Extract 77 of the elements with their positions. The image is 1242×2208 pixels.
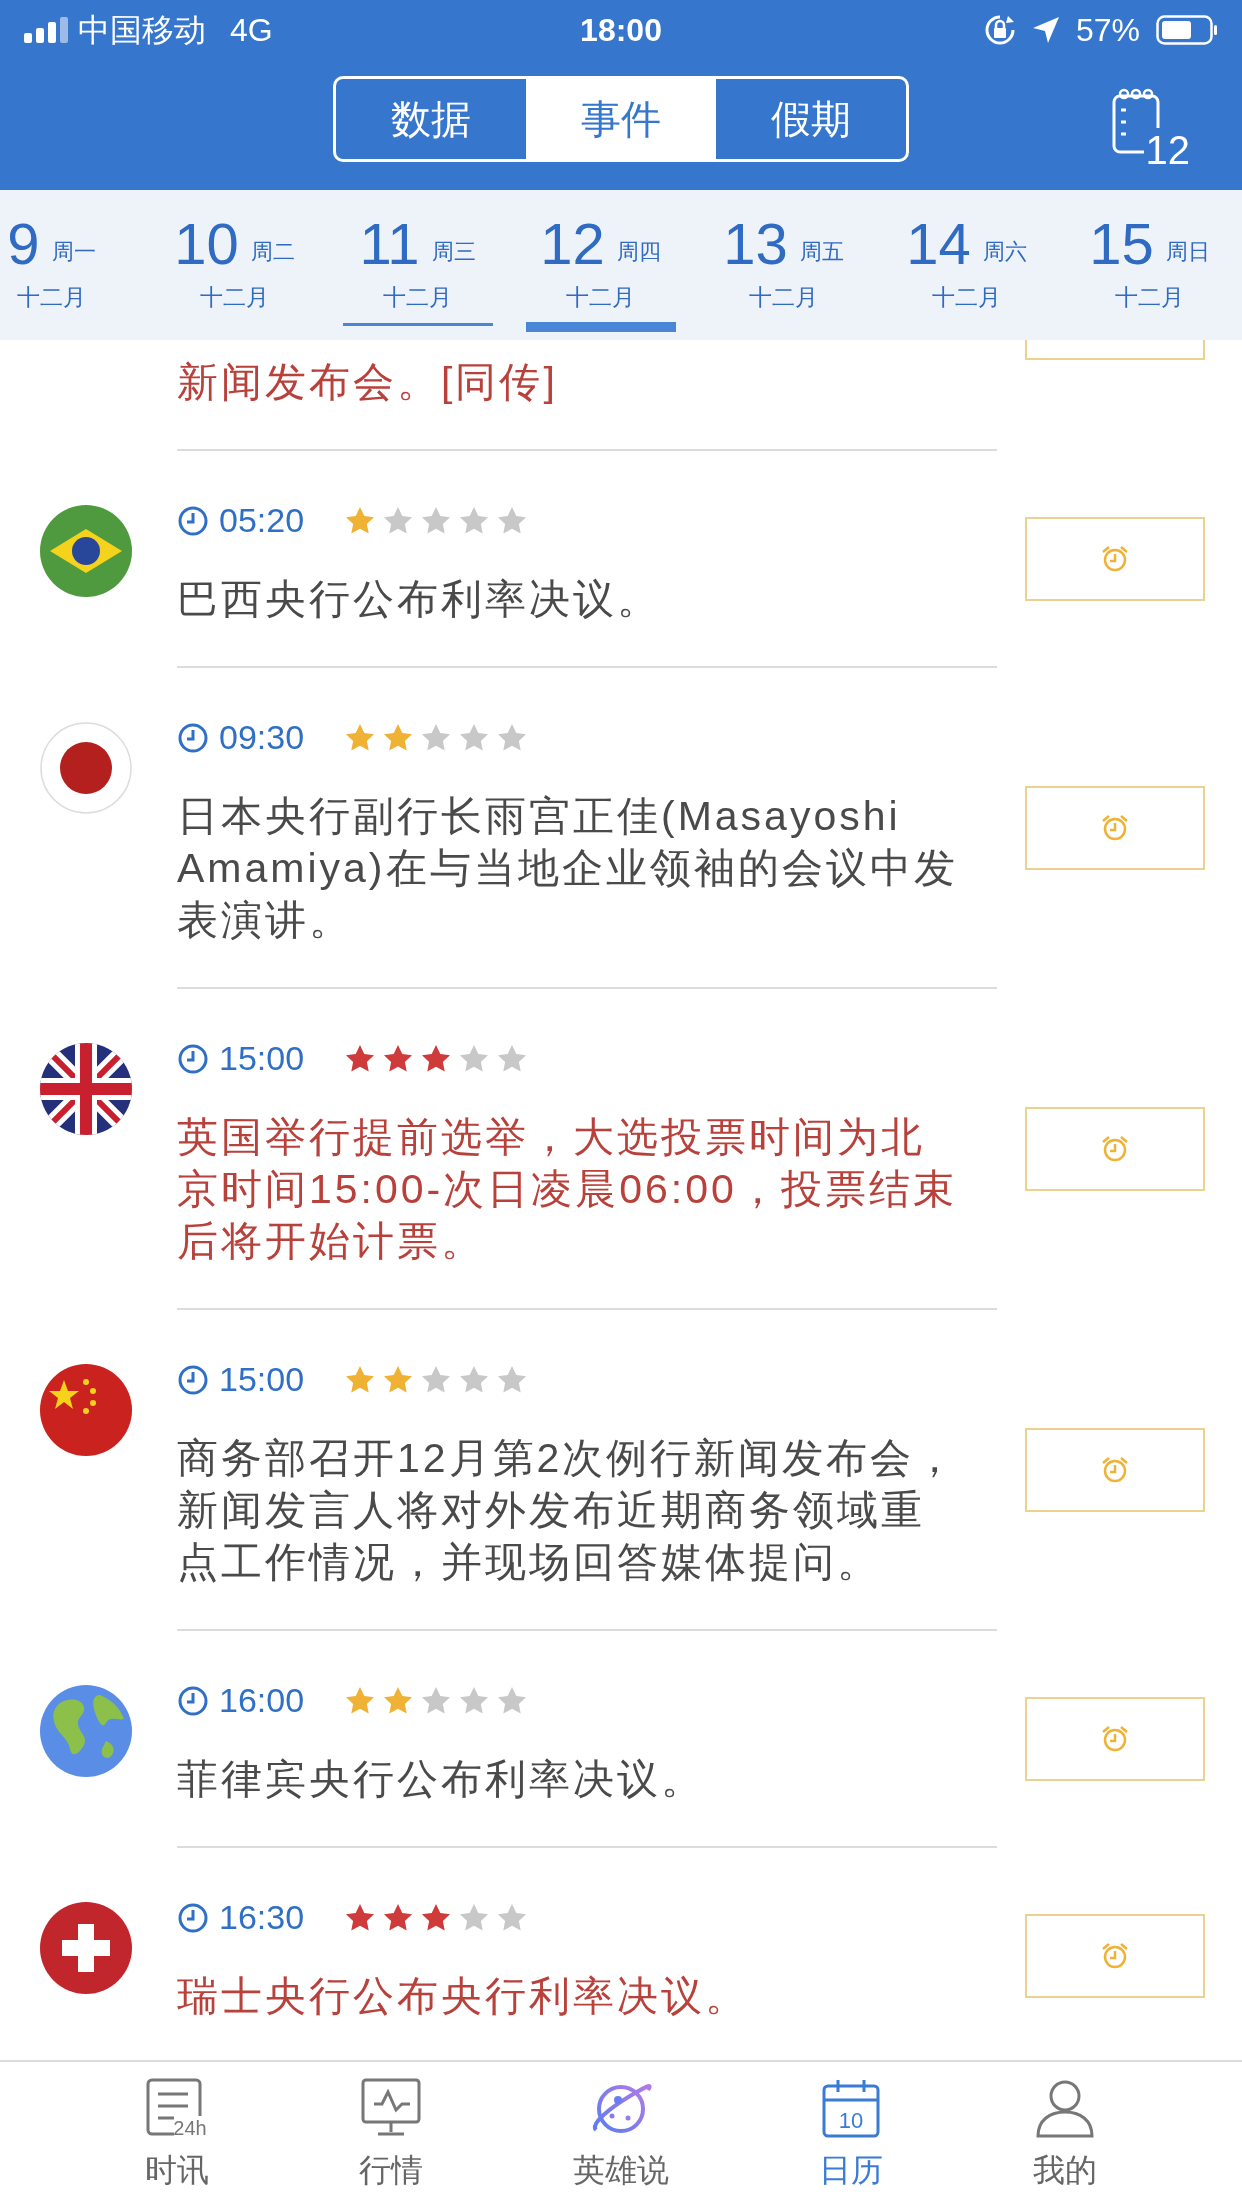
calendar-button[interactable]: 12 xyxy=(1112,88,1190,170)
day-number: 11 xyxy=(359,212,420,276)
location-arrow-icon xyxy=(1031,16,1060,44)
flag-icon xyxy=(40,504,132,597)
month-label: 十二月 xyxy=(199,283,270,312)
person-icon xyxy=(1034,2078,1096,2141)
alarm-button[interactable] xyxy=(1025,1697,1205,1782)
day-number: 9 xyxy=(7,212,40,276)
weekday-label: 周日 xyxy=(1165,238,1210,266)
alarm-button[interactable] xyxy=(1025,1428,1205,1513)
event-time: 16:00 xyxy=(219,1680,305,1722)
month-label: 十二月 xyxy=(931,283,1002,312)
weekday-label: 周二 xyxy=(250,238,295,266)
clock-icon xyxy=(177,721,209,754)
event-description: 英国举行提前选举，大选投票时间为北京时间15:00-次日凌晨06:00，投票结束后将开始计票。 xyxy=(177,1112,958,1266)
segment-tab[interactable]: 假期 xyxy=(716,79,906,159)
alarm-button[interactable] xyxy=(1025,517,1205,602)
clock-icon xyxy=(177,1042,209,1075)
battery-icon xyxy=(1156,15,1218,45)
month-label: 十二月 xyxy=(748,283,819,312)
date-tab[interactable]: 13 周五 十二月 xyxy=(692,190,875,340)
event-description: 菲律宾央行公布利率决议。 xyxy=(177,1754,706,1804)
alarm-button[interactable] xyxy=(1025,339,1205,360)
alarm-button[interactable] xyxy=(1025,1107,1205,1192)
event-time: 16:30 xyxy=(219,1897,305,1939)
alarm-button[interactable] xyxy=(1025,786,1205,871)
weekday-label: 周五 xyxy=(799,238,844,266)
event-description: 瑞士央行公布央行利率决议。 xyxy=(177,1971,750,2021)
segment-tab[interactable]: 数据 xyxy=(336,79,526,159)
month-label: 十二月 xyxy=(342,280,493,326)
weekday-label: 周一 xyxy=(51,238,96,266)
month-label: 十二月 xyxy=(1114,283,1185,312)
nav-tab[interactable]: 24h 时讯 xyxy=(139,2062,215,2208)
clock-text: 18:00 xyxy=(580,12,662,48)
flag-icon xyxy=(40,721,132,814)
weekday-label: 周四 xyxy=(616,238,661,266)
event-description: 新闻发布会。[同传] xyxy=(177,357,559,407)
weekday-label: 周六 xyxy=(982,238,1027,266)
clock-icon xyxy=(177,1363,209,1396)
day-number: 10 xyxy=(174,212,239,276)
date-tab[interactable]: 11 周三 十二月 xyxy=(326,190,509,340)
day-number: 12 xyxy=(540,212,605,276)
carrier-text: 中国移动 xyxy=(78,11,206,50)
segment-tab[interactable]: 事件 xyxy=(526,79,716,159)
nav-tab[interactable]: 10 日历 xyxy=(813,2062,889,2208)
clock-icon xyxy=(177,1901,209,1934)
nav-tab[interactable]: 英雄说 xyxy=(567,2062,675,2208)
date-tab[interactable]: 15 周日 十二月 xyxy=(1058,190,1241,340)
network-text: 4G xyxy=(230,11,273,50)
event-time: 15:00 xyxy=(219,1359,305,1401)
day-number: 15 xyxy=(1089,212,1154,276)
battery-text: 57% xyxy=(1075,11,1140,50)
flag-icon xyxy=(40,1363,132,1456)
date-tab[interactable]: 12 周四 十二月 xyxy=(509,190,692,340)
event-time: 15:00 xyxy=(219,1038,305,1080)
day-number: 13 xyxy=(723,212,788,276)
event-description: 巴西央行公布利率决议。 xyxy=(177,574,662,624)
alarm-button[interactable] xyxy=(1025,1914,1205,1999)
event-description: 商务部召开12月第2次例行新闻发布会，新闻发言人将对外发布近期商务领域重点工作情况，并现场回答媒体提问。 xyxy=(177,1433,960,1587)
clock-icon xyxy=(177,1684,209,1717)
rotation-lock-icon xyxy=(983,14,1016,46)
flag-icon xyxy=(40,1684,132,1777)
month-label: 十二月 xyxy=(16,283,87,312)
event-description: 日本央行副行长雨宫正佳(Masayoshi Amamiya)在与当地企业领袖的会议中发表演讲。 xyxy=(177,791,959,945)
nav-tab[interactable]: 我的 xyxy=(1027,2062,1103,2208)
date-tab[interactable]: 10 周二 十二月 xyxy=(143,190,326,340)
month-label: 十二月 xyxy=(565,283,636,312)
clock-icon xyxy=(177,504,209,537)
event-time: 09:30 xyxy=(219,717,305,759)
date-tab[interactable]: 9 周一 十二月 xyxy=(0,190,143,340)
event-time: 05:20 xyxy=(219,500,305,542)
weekday-label: 周三 xyxy=(431,238,476,266)
day-number: 14 xyxy=(906,212,971,276)
nav-tab[interactable]: 行情 xyxy=(353,2062,429,2208)
date-tab[interactable]: 14 周六 十二月 xyxy=(875,190,1058,340)
flag-icon xyxy=(40,1901,132,1994)
signal-icon xyxy=(24,17,70,43)
